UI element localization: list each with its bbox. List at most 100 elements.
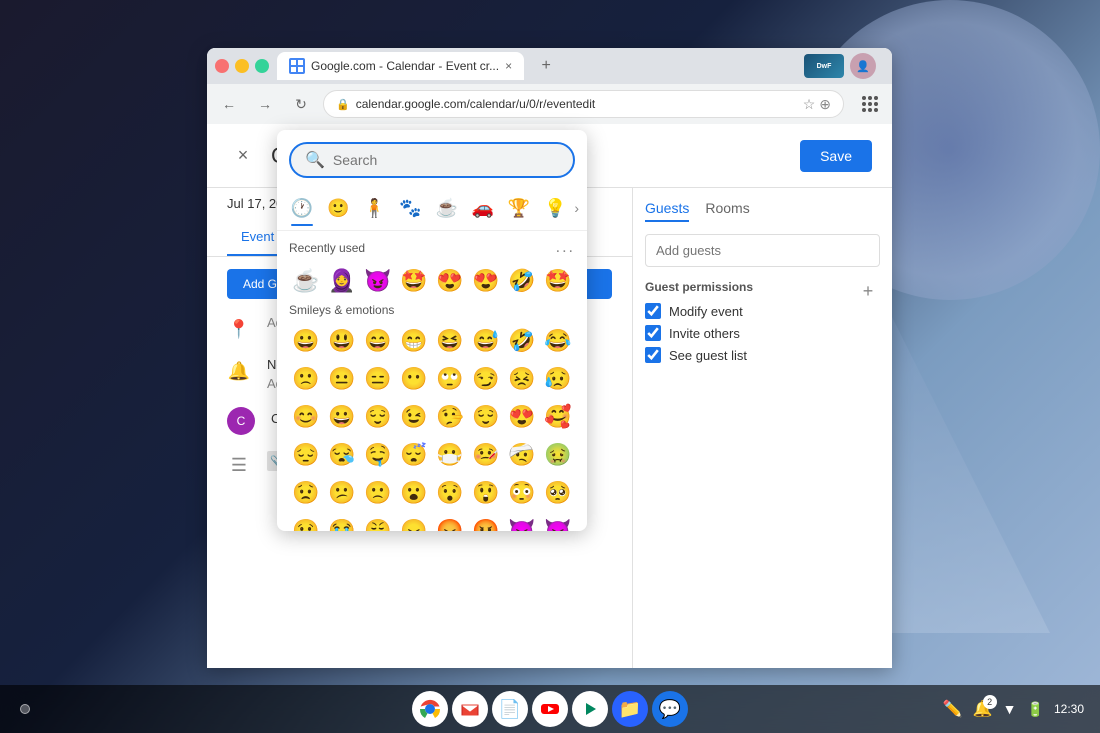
emoji-flushed[interactable]: 😳 <box>505 475 539 511</box>
category-people-btn[interactable]: 🧍 <box>357 190 391 226</box>
emoji-expressionless[interactable]: 😑 <box>361 361 395 397</box>
emoji-sweat-smile[interactable]: 😅 <box>469 323 503 359</box>
emoji-grinning[interactable]: 😀 <box>289 323 323 359</box>
taskbar-files-icon[interactable]: 📁 <box>612 691 648 727</box>
emoji-persevering[interactable]: 😣 <box>505 361 539 397</box>
emoji-rofl[interactable]: 🤣 <box>505 263 539 299</box>
emoji-rolling-eyes[interactable]: 🙄 <box>433 361 467 397</box>
emoji-smiling-devil[interactable]: 😈 <box>361 263 395 299</box>
taskbar-youtube-icon[interactable] <box>532 691 568 727</box>
invite-others-checkbox[interactable] <box>645 325 661 341</box>
category-animals-btn[interactable]: 🐾 <box>394 190 428 226</box>
google-apps-btn[interactable] <box>856 90 884 118</box>
category-objects-btn[interactable]: 💡 <box>538 190 572 226</box>
tab-close-btn[interactable]: × <box>505 59 512 73</box>
emoji-happy[interactable]: 😀 <box>325 399 359 435</box>
emoji-slightly-frowning-2[interactable]: 🙁 <box>361 475 395 511</box>
extension-icon[interactable]: ⊕ <box>819 96 831 113</box>
maximize-window-btn[interactable] <box>255 59 269 73</box>
emoji-smiling-hearts[interactable]: 🥰 <box>541 399 575 435</box>
category-travel-btn[interactable]: 🚗 <box>466 190 500 226</box>
emoji-beaming[interactable]: 😁 <box>397 323 431 359</box>
emoji-smiling-devil-2[interactable]: 😈 <box>505 513 539 531</box>
bookmark-icon[interactable]: ☆ <box>803 96 816 113</box>
emoji-smile[interactable]: 😄 <box>361 323 395 359</box>
emoji-sick[interactable]: 🤒 <box>469 437 503 473</box>
emoji-injured[interactable]: 🤕 <box>505 437 539 473</box>
recently-more-btn[interactable]: ... <box>556 239 575 257</box>
emoji-angry[interactable]: 😡 <box>433 513 467 531</box>
tab-guests[interactable]: Guests <box>645 200 689 222</box>
emoji-masked[interactable]: 😷 <box>433 437 467 473</box>
modify-event-checkbox[interactable] <box>645 303 661 319</box>
taskbar-gmail-icon[interactable] <box>452 691 488 727</box>
emoji-smiley[interactable]: 😃 <box>325 323 359 359</box>
taskbar-docs-icon[interactable]: 📄 <box>492 691 528 727</box>
taskbar-wifi-icon[interactable]: ▼ <box>1003 701 1017 717</box>
nav-forward-btn[interactable]: → <box>251 90 279 118</box>
emoji-confused[interactable]: 😕 <box>325 475 359 511</box>
emoji-joy[interactable]: 😂 <box>541 323 575 359</box>
emoji-sleeping[interactable]: 😴 <box>397 437 431 473</box>
emoji-astonished[interactable]: 😲 <box>469 475 503 511</box>
category-chevron-btn[interactable]: › <box>574 200 579 216</box>
emoji-pensive[interactable]: 😌 <box>469 399 503 435</box>
taskbar-pen-icon[interactable]: ✏️ <box>943 699 963 719</box>
emoji-pouting[interactable]: 😠 <box>397 513 431 531</box>
taskbar-messages-icon[interactable]: 💬 <box>652 691 688 727</box>
tab-rooms[interactable]: Rooms <box>705 200 749 222</box>
nav-back-btn[interactable]: ← <box>215 90 243 118</box>
taskbar-notification-icon[interactable]: 🔔 2 <box>973 699 993 719</box>
emoji-worried[interactable]: 😟 <box>289 475 323 511</box>
emoji-nauseated[interactable]: 🤢 <box>541 437 575 473</box>
emoji-downcast[interactable]: 😔 <box>289 437 323 473</box>
emoji-star-struck[interactable]: 🤩 <box>397 263 431 299</box>
emoji-swear[interactable]: 🤬 <box>469 513 503 531</box>
save-event-btn[interactable]: Save <box>800 140 872 172</box>
emoji-heart-eyes-2[interactable]: 😍 <box>469 263 503 299</box>
home-button[interactable] <box>20 704 30 714</box>
emoji-slightly-frowning[interactable]: 🙁 <box>289 361 323 397</box>
emoji-hushed[interactable]: 😯 <box>433 475 467 511</box>
add-permission-btn[interactable]: + <box>856 279 880 303</box>
emoji-relieved[interactable]: 😥 <box>541 361 575 397</box>
emoji-relaxed[interactable]: 😌 <box>361 399 395 435</box>
emoji-search-box[interactable]: 🔍 <box>289 142 575 178</box>
emoji-blush[interactable]: 😊 <box>289 399 323 435</box>
emoji-search-input[interactable] <box>333 152 559 168</box>
address-bar[interactable]: 🔒 calendar.google.com/calendar/u/0/r/eve… <box>323 90 844 118</box>
emoji-smirking[interactable]: 😏 <box>469 361 503 397</box>
browser-tab[interactable]: Google.com - Calendar - Event cr... × <box>277 52 524 80</box>
event-close-btn[interactable]: × <box>227 140 259 172</box>
close-window-btn[interactable] <box>215 59 229 73</box>
see-guest-list-checkbox[interactable] <box>645 347 661 363</box>
category-smiley-btn[interactable]: 🙂 <box>321 190 355 226</box>
emoji-open-mouth[interactable]: 😮 <box>397 475 431 511</box>
minimize-window-btn[interactable] <box>235 59 249 73</box>
emoji-imp[interactable]: 👿 <box>541 513 575 531</box>
emoji-heart-eyes[interactable]: 😍 <box>433 263 467 299</box>
emoji-neutral[interactable]: 😐 <box>325 361 359 397</box>
profile-avatar[interactable]: 👤 <box>850 53 876 79</box>
taskbar-play-icon[interactable] <box>572 691 608 727</box>
emoji-no-mouth[interactable]: 😶 <box>397 361 431 397</box>
category-recent-btn[interactable]: 🕐 <box>285 190 319 226</box>
emoji-drooling[interactable]: 🤤 <box>361 437 395 473</box>
emoji-woman-headscarf[interactable]: 🧕 <box>325 263 359 299</box>
emoji-laughing[interactable]: 😆 <box>433 323 467 359</box>
emoji-starstruck-2[interactable]: 🤩 <box>541 263 575 299</box>
emoji-rofl-2[interactable]: 🤣 <box>505 323 539 359</box>
emoji-steam-nose[interactable]: 😤 <box>361 513 395 531</box>
emoji-coffee[interactable]: ☕ <box>289 263 323 299</box>
emoji-loudly-crying[interactable]: 😭 <box>325 513 359 531</box>
taskbar-chrome-icon[interactable] <box>412 691 448 727</box>
emoji-lying[interactable]: 🤥 <box>433 399 467 435</box>
add-guests-input[interactable] <box>645 234 880 267</box>
nav-refresh-btn[interactable]: ↻ <box>287 90 315 118</box>
emoji-pleading[interactable]: 🥺 <box>541 475 575 511</box>
emoji-wink[interactable]: 😉 <box>397 399 431 435</box>
new-tab-btn[interactable]: + <box>532 52 560 80</box>
emoji-crying[interactable]: 😢 <box>289 513 323 531</box>
category-activities-btn[interactable]: 🏆 <box>502 190 536 226</box>
category-food-btn[interactable]: ☕ <box>430 190 464 226</box>
